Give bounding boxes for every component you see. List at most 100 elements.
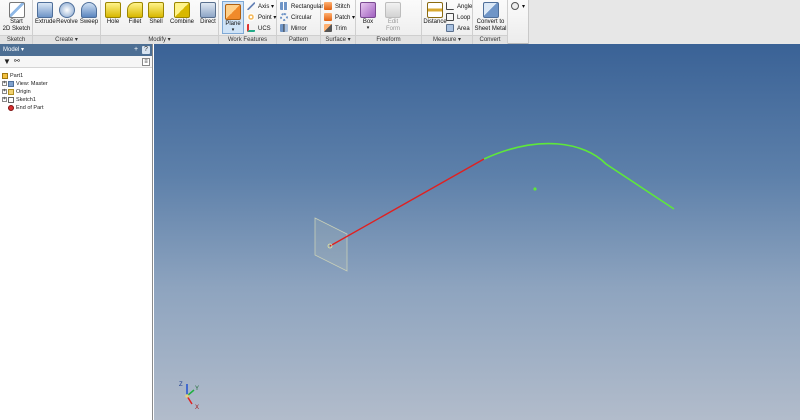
edit-form-icon	[385, 2, 401, 18]
shell-icon	[148, 2, 164, 18]
work-features-group-label: Work Features	[219, 35, 276, 44]
convert-group-label: Convert	[473, 35, 507, 44]
point-label: Point	[258, 15, 272, 21]
tree-item-view[interactable]: + View: Master	[2, 80, 48, 88]
rectangular-pattern-icon	[280, 2, 288, 11]
distance-button[interactable]: Distance	[423, 2, 447, 26]
start-2d-sketch-label: Start 2D Sketch	[2, 19, 31, 32]
extrude-icon	[37, 2, 53, 18]
fillet-button[interactable]: Fillet	[125, 2, 145, 26]
trim-label: Trim	[335, 26, 347, 32]
direct-label: Direct	[200, 19, 216, 25]
convert-group: Convert to Sheet Metal Convert	[473, 0, 508, 44]
freeform-group-label: Freeform	[356, 35, 421, 44]
mirror-label: Mirror	[291, 26, 307, 32]
filter-icon[interactable]: ▼	[3, 58, 11, 66]
revolve-icon	[59, 2, 75, 18]
title-dropdown-icon[interactable]: ▾	[19, 47, 24, 53]
surface-group-label: Surface ▾	[321, 35, 355, 44]
angle-button[interactable]: Angle	[446, 2, 472, 12]
circular-label: Circular	[291, 15, 312, 21]
edit-form-button[interactable]: Edit Form	[382, 2, 404, 33]
shell-label: Shell	[149, 19, 163, 25]
combine-label: Combine	[169, 19, 194, 25]
revolve-label: Revolve	[56, 19, 78, 25]
find-binoculars-icon[interactable]: ⚯	[14, 58, 20, 66]
view-icon	[8, 80, 14, 87]
circular-pattern-icon	[280, 13, 288, 22]
sketch-group: Start 2D Sketch Sketch	[0, 0, 33, 44]
stitch-button[interactable]: Stitch	[324, 2, 350, 12]
hole-button[interactable]: Hole	[104, 2, 122, 26]
sketch-line-selected[interactable]	[329, 158, 485, 247]
view-triad: Z Y X	[179, 382, 199, 411]
work-features-group: Plane ▾ Axis ▾ Point ▾ UCS Work Features	[219, 0, 277, 44]
area-button[interactable]: Area	[446, 24, 470, 34]
tree-item-label: End of Part	[16, 105, 44, 111]
axis-icon	[247, 2, 255, 11]
tree-item-part[interactable]: Part1	[2, 72, 23, 80]
expand-all-icon[interactable]: ≡	[142, 58, 150, 66]
axis-button[interactable]: Axis ▾	[247, 2, 274, 12]
convert-to-sheet-metal-button[interactable]: Convert to Sheet Metal	[474, 2, 507, 33]
help-icon[interactable]: ?	[142, 46, 150, 54]
patch-button[interactable]: Patch ▾	[324, 13, 355, 23]
shell-button[interactable]: Shell	[147, 2, 165, 26]
combine-button[interactable]: Combine	[168, 2, 196, 26]
expand-icon[interactable]: +	[2, 81, 7, 87]
ucs-button[interactable]: UCS	[247, 24, 271, 34]
distance-icon	[427, 2, 443, 18]
measure-group-label-text: Measure	[432, 37, 457, 43]
part-icon	[2, 72, 8, 79]
freeform-group: Box ▾ Edit Form Freeform	[356, 0, 422, 44]
circular-pattern-button[interactable]: Circular	[280, 13, 312, 23]
start-2d-sketch-button[interactable]: Start 2D Sketch	[2, 2, 31, 33]
loop-button[interactable]: Loop	[446, 13, 470, 23]
trim-icon	[324, 24, 332, 33]
add-panel-icon[interactable]: +	[132, 46, 140, 54]
tree-item-origin[interactable]: + Origin	[2, 88, 31, 96]
combine-icon	[174, 2, 190, 18]
expand-icon[interactable]: +	[2, 89, 7, 95]
ucs-label: UCS	[258, 26, 271, 32]
ucs-icon	[247, 24, 255, 33]
revolve-button[interactable]: Revolve	[56, 2, 78, 26]
point-button[interactable]: Point ▾	[247, 13, 276, 23]
graphics-viewport[interactable]: Z Y X	[154, 44, 800, 420]
plane-dropdown-icon[interactable]: ▾	[223, 28, 243, 33]
sweep-label: Sweep	[79, 19, 99, 25]
point-icon	[247, 13, 255, 22]
options-dropdown-button[interactable]: ▾	[511, 2, 525, 12]
modify-group-label: Modify ▾	[101, 35, 218, 44]
pattern-group: Rectangular Circular Mirror Pattern	[277, 0, 323, 44]
end-of-part-icon	[8, 104, 14, 111]
extrude-button[interactable]: Extrude	[35, 2, 56, 26]
arc-center-point[interactable]	[533, 187, 537, 191]
model-browser-title: Model	[3, 47, 20, 53]
pattern-group-label: Pattern	[277, 35, 320, 44]
viewport-canvas[interactable]: Z Y X	[154, 44, 800, 420]
direct-button[interactable]: Direct	[199, 2, 217, 26]
tree-item-sketch[interactable]: + Sketch1	[2, 96, 36, 104]
loop-icon	[446, 13, 454, 22]
patch-icon	[324, 13, 332, 22]
ribbon: Start 2D Sketch Sketch Extrude Revolve S…	[0, 0, 800, 44]
box-dropdown-icon[interactable]: ▾	[358, 26, 378, 31]
expand-icon[interactable]: +	[2, 97, 7, 103]
stitch-label: Stitch	[335, 4, 351, 10]
model-browser-header: Model ▾ + ?	[0, 44, 152, 56]
trim-button[interactable]: Trim	[324, 24, 347, 34]
fillet-icon	[127, 2, 143, 18]
rectangular-pattern-button[interactable]: Rectangular	[280, 2, 323, 12]
tree-item-end-of-part[interactable]: End of Part	[8, 104, 44, 112]
triad-x-label: X	[195, 405, 199, 411]
sketch-curve[interactable]	[483, 142, 675, 210]
angle-label: Angle	[457, 4, 473, 10]
surface-group-label-text: Surface	[325, 37, 346, 43]
model-browser: Model ▾ + ? ▼ ⚯ ≡ Part1 + View: Master + O…	[0, 44, 153, 420]
plane-button[interactable]: Plane ▾	[222, 1, 244, 34]
sweep-button[interactable]: Sweep	[79, 2, 99, 26]
create-group-label: Create ▾	[33, 35, 100, 44]
box-button[interactable]: Box ▾	[358, 2, 378, 31]
mirror-button[interactable]: Mirror	[280, 24, 307, 34]
